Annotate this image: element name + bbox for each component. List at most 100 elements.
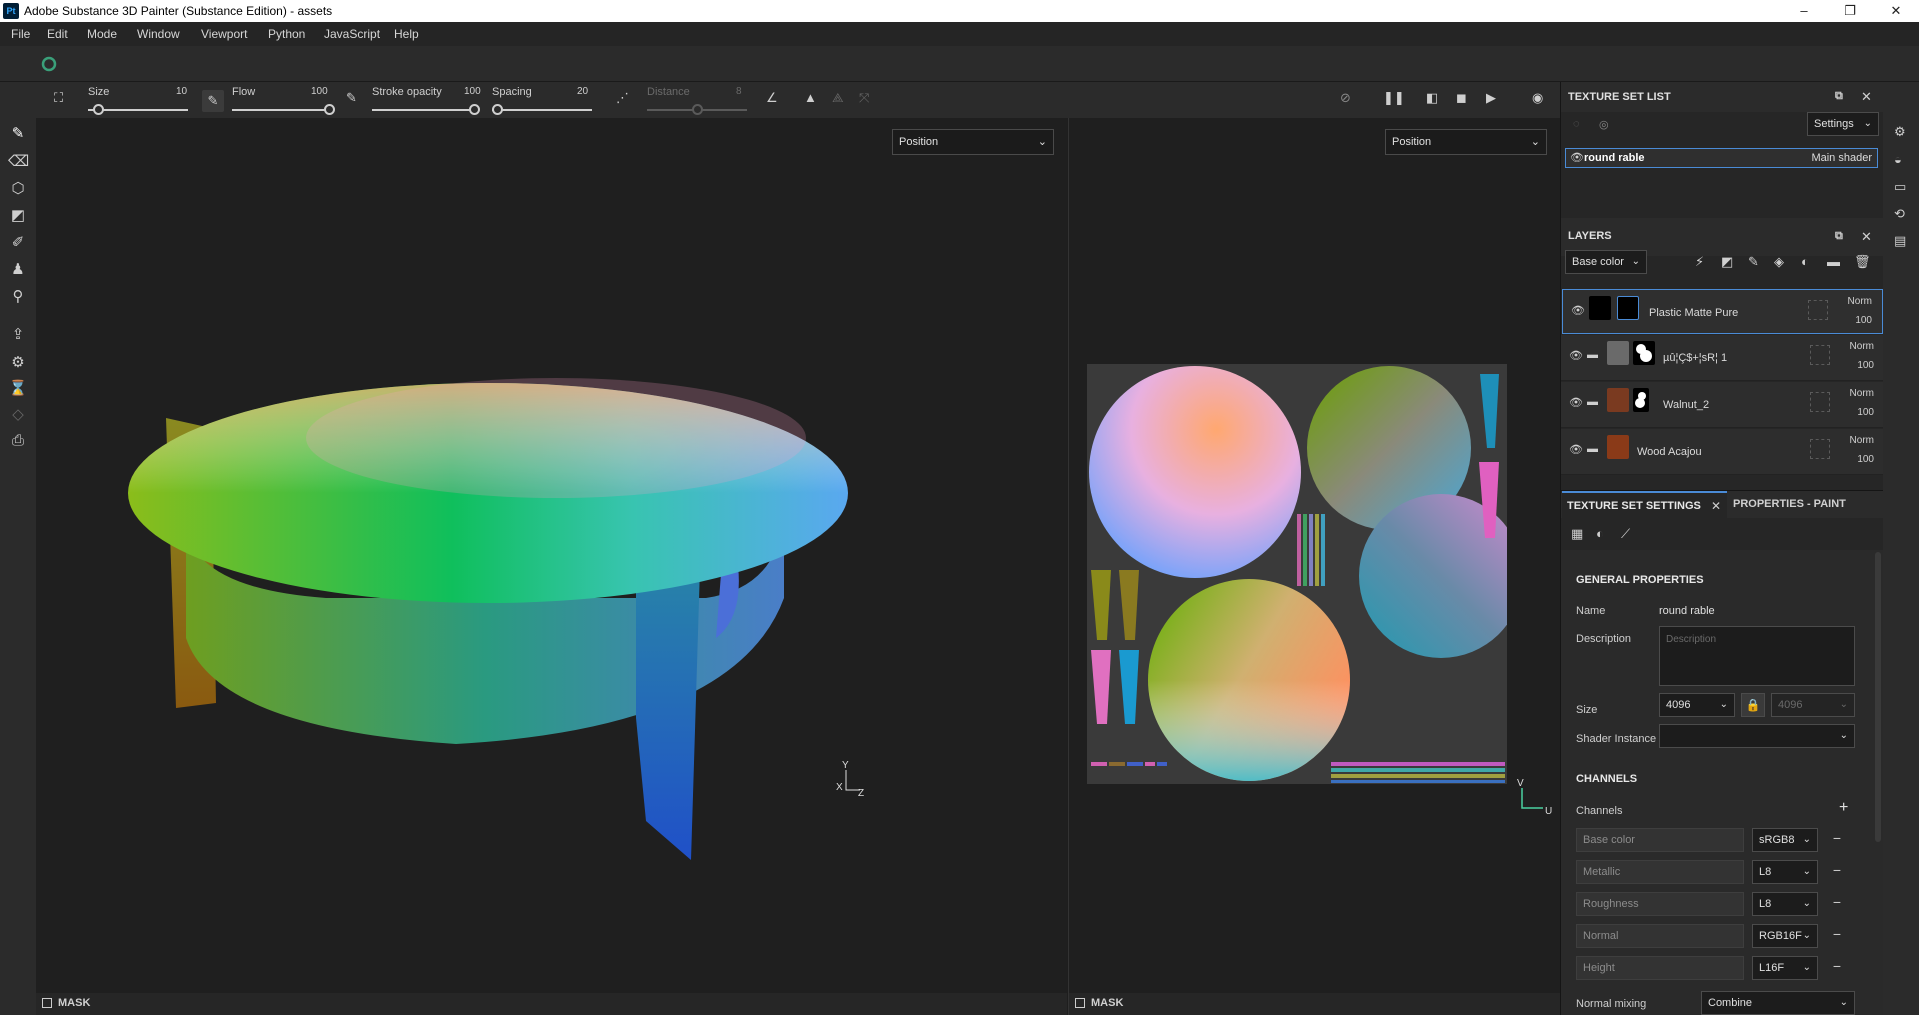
menu-file[interactable]: File bbox=[11, 27, 30, 41]
normal-mixing-select[interactable]: Combine ⌄ bbox=[1701, 991, 1855, 1015]
layer-row[interactable]: 👁 ▬ Walnut_2 Norm 100 bbox=[1561, 382, 1884, 428]
pause-icon[interactable]: ❚❚ bbox=[1383, 90, 1405, 106]
bakers-tool-icon[interactable]: ⌛ bbox=[8, 379, 28, 399]
menu-edit[interactable]: Edit bbox=[47, 27, 68, 41]
history-icon[interactable]: ⟲ bbox=[1894, 206, 1905, 222]
spacing-slider[interactable] bbox=[492, 109, 592, 111]
remove-channel-icon[interactable]: − bbox=[1833, 958, 1841, 974]
stroke-opacity-value[interactable]: 100 bbox=[464, 86, 481, 97]
split-view-icon[interactable]: ◧ bbox=[1426, 90, 1438, 106]
add-folder-icon[interactable]: ▬ bbox=[1827, 254, 1840, 269]
channel-format-select[interactable]: L16F ⌄ bbox=[1752, 956, 1818, 980]
menu-python[interactable]: Python bbox=[268, 27, 305, 41]
spacing-slider-knob[interactable] bbox=[492, 104, 503, 115]
screenshot-camera-icon[interactable]: ◉ bbox=[1532, 90, 1543, 106]
polygon-fill-tool-icon[interactable]: ◩ bbox=[8, 206, 28, 226]
viewport-3d[interactable]: Position ⌄ Y X Z MASK bbox=[36, 118, 1067, 1015]
tab-properties-paint[interactable]: PROPERTIES - PAINT bbox=[1733, 498, 1846, 510]
layer-effect-slot[interactable] bbox=[1808, 300, 1828, 320]
uv-texture-map[interactable] bbox=[1087, 364, 1507, 784]
close-panel-icon[interactable]: ✕ bbox=[1861, 229, 1872, 245]
menu-window[interactable]: Window bbox=[137, 27, 180, 41]
undock-icon[interactable]: ⧉ bbox=[1835, 90, 1843, 103]
settings-tool-icon[interactable]: ⚙ bbox=[8, 353, 28, 373]
clone-stamp-tool-icon[interactable]: ♟ bbox=[8, 260, 28, 280]
uv-tile-icon[interactable]: ⟋ bbox=[1621, 526, 1630, 542]
mask-checkbox-2d[interactable] bbox=[1075, 998, 1085, 1008]
hide-icon[interactable]: ◌ bbox=[1573, 118, 1580, 130]
menu-mode[interactable]: Mode bbox=[87, 27, 117, 41]
eye-icon[interactable]: 👁 bbox=[1570, 151, 1584, 164]
texture-set-settings-select[interactable]: Settings ⌄ bbox=[1807, 112, 1879, 136]
add-mask-icon[interactable]: ◩ bbox=[1721, 254, 1733, 270]
display-settings-icon[interactable]: ⚙ bbox=[1894, 124, 1906, 140]
log-icon[interactable]: ▤ bbox=[1894, 233, 1906, 249]
symmetry-settings-icon[interactable]: ⟁ bbox=[832, 90, 844, 106]
size-lock-icon[interactable]: 🔒 bbox=[1741, 693, 1765, 717]
paint-brush-tool-icon[interactable]: ✎ bbox=[8, 124, 28, 144]
layer-visibility-eye-icon[interactable]: 👁 bbox=[1569, 396, 1583, 409]
undock-icon[interactable]: ⧉ bbox=[1835, 230, 1843, 243]
layer-row[interactable]: 👁 Plastic Matte Pure Norm 100 bbox=[1562, 289, 1883, 334]
mask-checkbox-3d[interactable] bbox=[42, 998, 52, 1008]
description-field[interactable]: Description bbox=[1659, 626, 1855, 686]
distance-value[interactable]: 8 bbox=[736, 86, 742, 97]
viewport-2d-channel-select[interactable]: Position ⌄ bbox=[1385, 129, 1547, 155]
assets-icon[interactable]: ▭ bbox=[1894, 179, 1906, 195]
size-slider-knob[interactable] bbox=[93, 104, 104, 115]
add-material-icon[interactable]: ◐ bbox=[1801, 254, 1809, 269]
symmetry-icon[interactable]: ▲ bbox=[804, 90, 817, 105]
layer-mask-thumbnail[interactable] bbox=[1617, 296, 1639, 320]
layer-opacity[interactable]: 100 bbox=[1855, 315, 1872, 326]
spacing-value[interactable]: 20 bbox=[577, 86, 588, 97]
close-button[interactable]: ✕ bbox=[1873, 0, 1919, 22]
remove-channel-icon[interactable]: − bbox=[1833, 926, 1841, 942]
size-select-2[interactable]: 4096 ⌄ bbox=[1771, 693, 1855, 717]
layer-row[interactable]: 👁 ▬ Wood Acajou Norm 100 bbox=[1561, 429, 1884, 475]
stroke-opacity-slider[interactable] bbox=[372, 109, 474, 111]
flow-value[interactable]: 100 bbox=[311, 86, 328, 97]
tool-preset-icon[interactable]: ⛶ bbox=[54, 90, 63, 106]
layer-visibility-eye-icon[interactable]: 👁 bbox=[1571, 304, 1585, 317]
cube-view-icon[interactable]: ◼ bbox=[1456, 90, 1467, 106]
transform-icon[interactable]: ⤧ bbox=[859, 90, 869, 106]
menu-javascript[interactable]: JavaScript bbox=[324, 27, 380, 41]
minimize-button[interactable]: – bbox=[1781, 0, 1827, 22]
restore-button[interactable]: ❐ bbox=[1827, 0, 1873, 22]
layer-visibility-eye-icon[interactable]: 👁 bbox=[1569, 443, 1583, 456]
menu-help[interactable]: Help bbox=[394, 27, 419, 41]
visibility-icon[interactable]: ◎ bbox=[1599, 118, 1609, 131]
size-select[interactable]: 4096 ⌄ bbox=[1659, 693, 1735, 717]
size-value[interactable]: 10 bbox=[176, 86, 187, 97]
smudge-tool-icon[interactable]: ✐ bbox=[8, 233, 28, 253]
add-effect-icon[interactable]: ⚡ bbox=[1695, 254, 1704, 270]
texture-settings-icon[interactable]: ▦ bbox=[1571, 526, 1583, 542]
panel-scrollbar[interactable] bbox=[1875, 552, 1881, 842]
delete-layer-icon[interactable]: 🗑 bbox=[1854, 254, 1871, 270]
color-picker-tool-icon[interactable]: ⚲ bbox=[8, 287, 28, 307]
table-3d-model[interactable] bbox=[36, 118, 1067, 993]
layer-blend-mode[interactable]: Norm bbox=[1848, 296, 1872, 307]
camera-video-icon[interactable]: ▶ bbox=[1486, 90, 1496, 106]
viewport-2d[interactable]: Position ⌄ V U MASK bbox=[1068, 118, 1561, 1015]
uv-tool-icon[interactable]: ◇ bbox=[8, 405, 28, 425]
layer-effect-slot[interactable] bbox=[1810, 345, 1830, 365]
channel-format-select[interactable]: L8 ⌄ bbox=[1752, 860, 1818, 884]
lazy-mouse-icon[interactable]: ⋰ bbox=[616, 90, 629, 106]
symmetry-angle-icon[interactable]: ∠ bbox=[766, 90, 778, 106]
flow-pen-icon[interactable]: ✎ bbox=[202, 90, 224, 112]
add-channel-icon[interactable]: + bbox=[1839, 799, 1848, 817]
close-panel-icon[interactable]: ✕ bbox=[1861, 89, 1872, 105]
shader-instance-select[interactable]: ⌄ bbox=[1659, 724, 1855, 748]
layer-mask-thumbnail[interactable] bbox=[1633, 341, 1655, 365]
channel-format-select[interactable]: L8 ⌄ bbox=[1752, 892, 1818, 916]
menu-viewport[interactable]: Viewport bbox=[201, 27, 247, 41]
layer-opacity[interactable]: 100 bbox=[1857, 407, 1874, 418]
layer-blend-mode[interactable]: Norm bbox=[1850, 435, 1874, 446]
add-paint-layer-icon[interactable]: ✎ bbox=[1748, 254, 1759, 270]
layer-effect-slot[interactable] bbox=[1810, 392, 1830, 412]
layer-channel-select[interactable]: Base color ⌄ bbox=[1565, 250, 1647, 274]
stroke-pen-icon[interactable]: ✎ bbox=[346, 90, 357, 106]
layer-row[interactable]: 👁 ▬ µû¦Ç$+¦sR¦ 1 Norm 100 bbox=[1561, 335, 1884, 381]
layer-visibility-eye-icon[interactable]: 👁 bbox=[1569, 349, 1583, 362]
